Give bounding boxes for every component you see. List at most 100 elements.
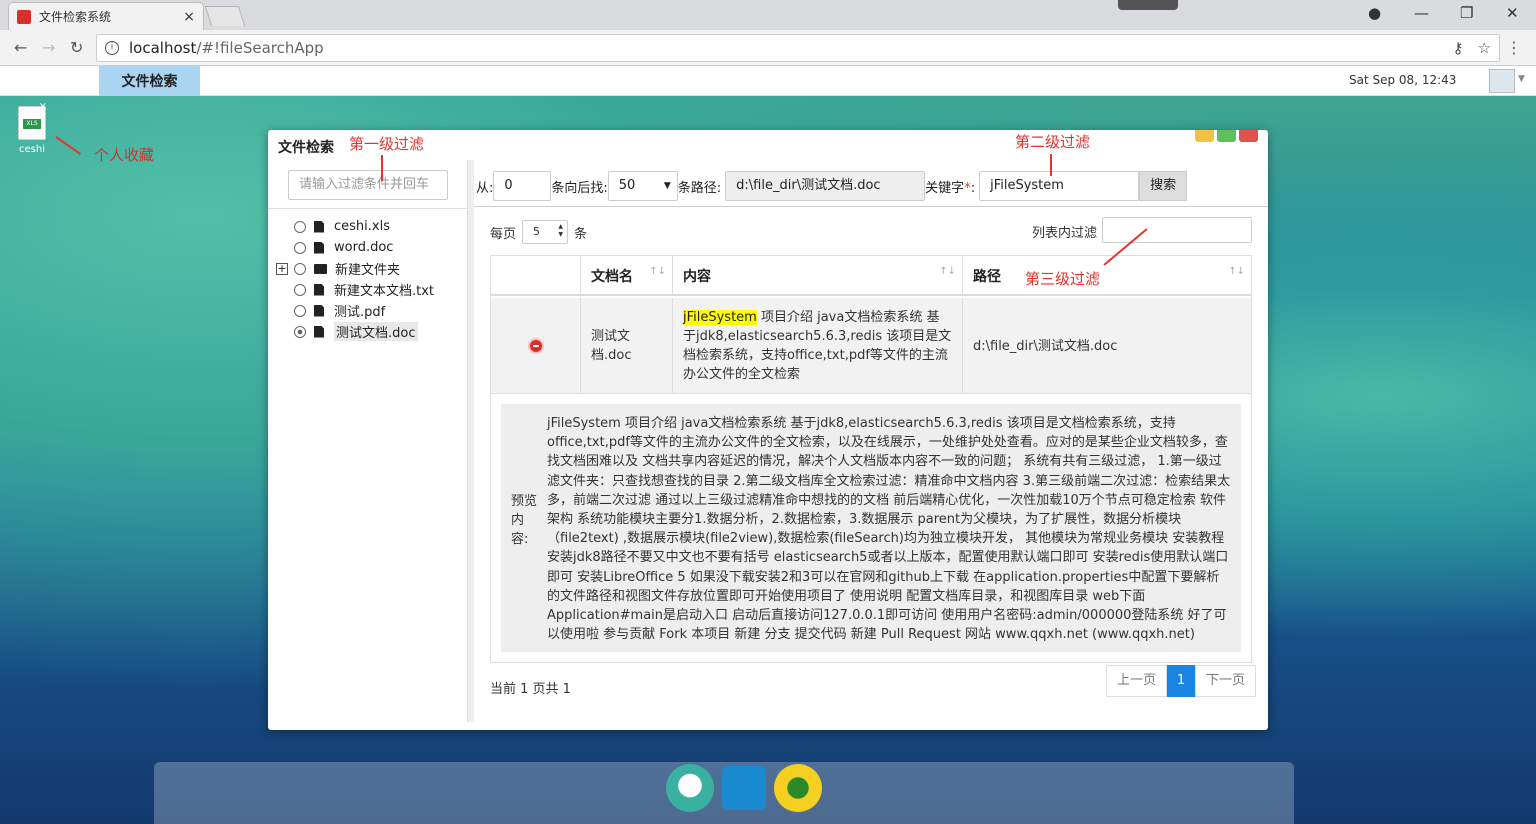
- file-icon: [314, 241, 324, 254]
- divider: [474, 206, 1268, 207]
- browser-tabstrip: 文件检索系统 × ● — ❐ ✕: [0, 0, 1536, 30]
- app-favicon-icon: [17, 9, 31, 24]
- new-tab-button[interactable]: [204, 6, 246, 26]
- annotation-level3: 第三级过滤: [1025, 270, 1101, 288]
- window-close-button[interactable]: [1239, 130, 1258, 142]
- folder-icon: [314, 263, 327, 274]
- window-title: 文件检索: [278, 140, 334, 156]
- path-input[interactable]: d:\file_dir\测试文档.doc: [725, 171, 926, 201]
- folder-filter-input[interactable]: 请输入过滤条件并回车: [288, 170, 448, 200]
- reload-button[interactable]: ↻: [70, 38, 83, 57]
- keyword-input[interactable]: jFileSystem: [979, 171, 1140, 201]
- per-page-spinner[interactable]: 5: [522, 220, 569, 244]
- prev-page-button[interactable]: 上一页: [1106, 665, 1168, 697]
- radio-icon[interactable]: [294, 241, 306, 254]
- path-label: 条路径:: [677, 180, 722, 196]
- row-action-cell: [491, 298, 581, 394]
- avatar-caret-icon[interactable]: ▼: [1518, 74, 1525, 84]
- radio-icon[interactable]: [294, 262, 306, 275]
- avatar[interactable]: [1489, 69, 1515, 93]
- annotation-level2: 第二级过滤: [1015, 133, 1091, 151]
- chevron-down-icon: ▼: [663, 181, 671, 191]
- annotation-level1: 第一级过滤: [349, 135, 425, 153]
- minimize-button[interactable]: —: [1414, 4, 1429, 22]
- file-icon: [314, 220, 324, 233]
- count-select[interactable]: 50 ▼: [607, 171, 678, 201]
- keyword-label: 关键字*:: [925, 180, 976, 196]
- collapse-row-icon[interactable]: [527, 338, 544, 354]
- table-header: 文档名 ↑↓ 内容 ↑↓ 路径 ↑↓: [491, 256, 1251, 296]
- close-window-button[interactable]: ✕: [1506, 4, 1519, 22]
- tree-item[interactable]: word.doc: [276, 237, 434, 258]
- from-input[interactable]: 0: [493, 171, 552, 201]
- preview-label: 预览内容:: [511, 494, 538, 547]
- results-table: 文档名 ↑↓ 内容 ↑↓ 路径 ↑↓ 测试文档.doc jFileSystem 项目介…: [490, 255, 1252, 663]
- desktop-icon-ceshi[interactable]: XLS × ceshi: [12, 101, 52, 155]
- sort-icon: ↑↓: [939, 266, 956, 277]
- after-label: 条向后找:: [551, 180, 608, 196]
- from-label: 从:: [476, 180, 494, 196]
- account-icon[interactable]: ●: [1368, 4, 1381, 22]
- url-path: /#!fileSearchApp: [196, 39, 324, 57]
- file-search-window: 文件检索 请输入过滤条件并回车 ceshi.xls word.doc + 新建文件…: [268, 130, 1268, 730]
- app-top-bar: 文件检索 Sat Sep 08, 12:43 ▼: [0, 66, 1536, 96]
- keyword-highlight: jFileSystem: [683, 310, 757, 325]
- xls-file-icon: XLS ×: [18, 101, 47, 140]
- pager-info: 当前 1 页共 1: [490, 682, 571, 697]
- row-content: jFileSystem 项目介绍 java文档检索系统 基于jdk8,elast…: [673, 298, 963, 394]
- tab-close-icon[interactable]: ×: [183, 9, 195, 25]
- tree-item-folder[interactable]: + 新建文件夹: [276, 258, 434, 279]
- browser-tab[interactable]: 文件检索系统 ×: [8, 2, 204, 30]
- expand-icon[interactable]: +: [276, 262, 288, 275]
- preview-content: jFileSystem 项目介绍 java文档检索系统 基于jdk8,elast…: [547, 416, 1231, 643]
- window-maximize-button[interactable]: [1217, 130, 1236, 142]
- col-action: [491, 256, 581, 296]
- pagination: 上一页 1 下一页: [1106, 665, 1257, 697]
- app-tab-file-search[interactable]: 文件检索: [99, 66, 200, 96]
- window-minimize-button[interactable]: [1195, 130, 1214, 142]
- radio-icon[interactable]: [294, 283, 306, 296]
- back-button[interactable]: ←: [14, 38, 27, 57]
- presentation-icon[interactable]: [722, 766, 766, 810]
- clock: Sat Sep 08, 12:43: [1349, 73, 1457, 87]
- restore-button[interactable]: ❐: [1460, 4, 1473, 22]
- next-page-button[interactable]: 下一页: [1195, 665, 1257, 697]
- bookmark-star-icon[interactable]: ☆: [1478, 39, 1491, 57]
- table-row[interactable]: 测试文档.doc jFileSystem 项目介绍 java文档检索系统 基于j…: [491, 298, 1251, 394]
- row-path: d:\file_dir\测试文档.doc: [973, 338, 1118, 354]
- page-1-button[interactable]: 1: [1167, 665, 1196, 697]
- per-page-control: 每页 5 条: [490, 220, 587, 244]
- key-icon[interactable]: ⚷: [1453, 39, 1464, 57]
- sort-icon: ↑↓: [649, 266, 666, 277]
- radio-icon[interactable]: [294, 220, 306, 233]
- tree-item[interactable]: ceshi.xls: [276, 216, 434, 237]
- window-controls: [1195, 130, 1258, 142]
- divider: [268, 208, 468, 209]
- window-handle: [1118, 0, 1178, 10]
- folder-panel: 请输入过滤条件并回车 ceshi.xls word.doc + 新建文件夹 新建文…: [268, 160, 468, 722]
- row-name: 测试文档.doc: [581, 298, 673, 394]
- add-icon[interactable]: [774, 764, 822, 812]
- list-filter-input[interactable]: [1102, 217, 1252, 243]
- radio-icon[interactable]: [294, 304, 306, 317]
- file-icon: [314, 325, 324, 338]
- url-input[interactable]: i localhost/#!fileSearchApp ⚷ ☆: [96, 34, 1500, 62]
- forward-button[interactable]: →: [42, 38, 55, 57]
- col-name[interactable]: 文档名 ↑↓: [581, 256, 673, 296]
- search-cloud-icon[interactable]: [666, 764, 714, 812]
- sort-icon: ↑↓: [1228, 266, 1245, 277]
- results-panel: 从: 0 条向后找: 50 ▼ 条路径: d:\file_dir\测试文档.doc…: [474, 160, 1268, 722]
- browser-menu-icon[interactable]: ⋮: [1506, 38, 1522, 57]
- col-content[interactable]: 内容 ↑↓: [673, 256, 963, 296]
- search-button[interactable]: 搜索: [1139, 171, 1188, 201]
- address-bar-row: ← → ↻ i localhost/#!fileSearchApp ⚷ ☆ ⋮: [0, 30, 1536, 66]
- tree-item-selected[interactable]: 测试文档.doc: [276, 321, 434, 342]
- radio-checked-icon[interactable]: [294, 325, 306, 338]
- file-icon: [314, 283, 324, 296]
- tree-item[interactable]: 新建文本文档.txt: [276, 279, 434, 300]
- preview-panel: 预览内容: jFileSystem 项目介绍 java文档检索系统 基于jdk8…: [501, 404, 1241, 652]
- tree-item[interactable]: 测试.pdf: [276, 300, 434, 321]
- info-icon[interactable]: i: [105, 41, 119, 55]
- annotation-personal: 个人收藏: [94, 146, 155, 164]
- remove-favorite-icon[interactable]: ×: [39, 101, 47, 112]
